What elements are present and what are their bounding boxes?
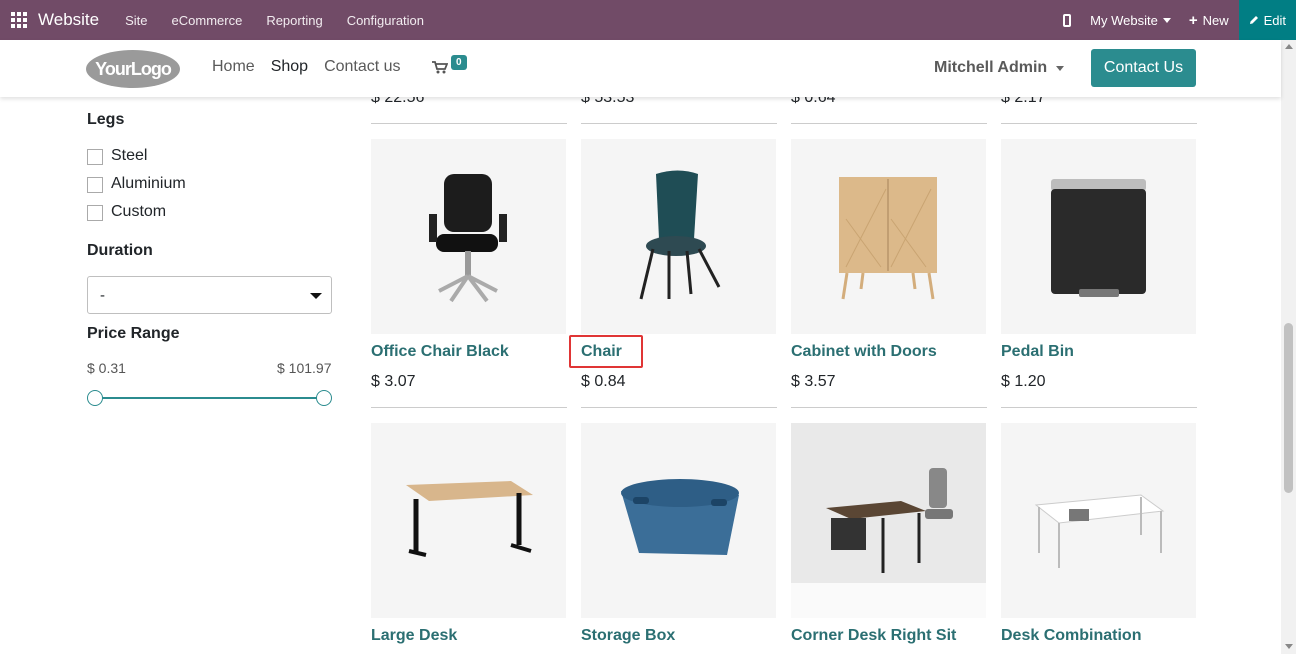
nav-contact-us[interactable]: Contact us — [324, 58, 400, 76]
price-max-label: $ 101.97 — [277, 360, 332, 376]
chevron-down-icon — [1162, 17, 1171, 23]
duration-select[interactable]: - — [87, 276, 332, 314]
custom-label[interactable]: Custom — [111, 203, 166, 221]
my-website-label: My Website — [1090, 12, 1158, 28]
desk-combination-image[interactable] — [1001, 423, 1196, 618]
storage-box-image[interactable] — [581, 423, 776, 618]
product-name[interactable]: Office Chair Black — [371, 343, 509, 361]
product-price: $ 3.57 — [791, 373, 836, 390]
main-nav: Home Shop Contact us — [212, 58, 417, 76]
contact-us-button[interactable]: Contact Us — [1091, 49, 1196, 87]
cart-link[interactable]: 0 — [432, 55, 472, 79]
aluminium-checkbox[interactable] — [87, 177, 103, 193]
product-name[interactable]: Corner Desk Right Sit — [791, 627, 956, 645]
price-range-track[interactable] — [95, 397, 324, 399]
my-website-dropdown[interactable]: My Website — [1090, 13, 1171, 28]
product-name[interactable]: Pedal Bin — [1001, 343, 1074, 361]
product-name[interactable]: Cabinet with Doors — [791, 343, 937, 361]
divider — [581, 407, 777, 408]
product-price: $ 0.84 — [581, 373, 626, 390]
menu-reporting[interactable]: Reporting — [266, 13, 322, 28]
user-name: Mitchell Admin — [934, 59, 1048, 76]
divider — [581, 123, 777, 124]
edit-button[interactable]: Edit — [1238, 0, 1296, 40]
divider — [791, 123, 987, 124]
price-range-title: Price Range — [87, 325, 180, 342]
scroll-thumb[interactable] — [1284, 323, 1293, 493]
menu-configuration[interactable]: Configuration — [347, 13, 424, 28]
steel-checkbox[interactable] — [87, 149, 103, 165]
duration-filter-title: Duration — [87, 242, 153, 259]
price-min-label: $ 0.31 — [87, 360, 126, 376]
corner-desk-image[interactable] — [791, 423, 986, 618]
logo-text: YourLogo — [95, 58, 172, 79]
product-name[interactable]: Storage Box — [581, 627, 675, 645]
menu-ecommerce[interactable]: eCommerce — [172, 13, 243, 28]
chair-image[interactable] — [581, 139, 776, 334]
office-chair-image[interactable] — [371, 139, 566, 334]
odoo-top-bar: Website Site eCommerce Reporting Configu… — [0, 0, 1296, 40]
product-name[interactable]: Desk Combination — [1001, 627, 1141, 645]
divider — [371, 123, 567, 124]
duration-value: - — [100, 287, 105, 304]
pencil-icon — [1249, 16, 1258, 24]
edit-label: Edit — [1263, 12, 1286, 28]
app-brand[interactable]: Website — [38, 10, 99, 30]
cart-count-badge: 0 — [451, 55, 467, 70]
product-name[interactable]: Large Desk — [371, 627, 457, 645]
site-logo[interactable]: YourLogo — [86, 50, 180, 88]
price-min-handle[interactable] — [87, 390, 103, 406]
nav-shop[interactable]: Shop — [271, 58, 308, 76]
divider — [791, 407, 987, 408]
nav-home[interactable]: Home — [212, 58, 255, 76]
custom-checkbox[interactable] — [87, 205, 103, 221]
aluminium-label[interactable]: Aluminium — [111, 175, 186, 193]
scroll-down-icon[interactable] — [1285, 644, 1293, 649]
product-price: $ 3.07 — [371, 373, 416, 390]
new-button[interactable]: + New — [1189, 12, 1229, 29]
new-label: New — [1202, 12, 1229, 28]
legs-filter-title: Legs — [87, 111, 125, 128]
annotation-highlight-box — [569, 335, 643, 368]
shopping-cart-icon — [432, 61, 448, 74]
user-menu[interactable]: Mitchell Admin — [934, 59, 1065, 77]
chevron-down-icon — [1056, 65, 1065, 71]
divider — [1001, 407, 1197, 408]
plus-icon: + — [1188, 11, 1198, 29]
caret-down-icon — [310, 293, 322, 299]
website-header: YourLogo Home Shop Contact us 0 Mitchell… — [0, 40, 1281, 97]
page-scrollbar[interactable] — [1281, 40, 1296, 654]
divider — [371, 407, 567, 408]
divider — [1001, 123, 1197, 124]
scroll-up-icon[interactable] — [1285, 44, 1293, 49]
pedal-bin-image[interactable] — [1001, 139, 1196, 334]
steel-label[interactable]: Steel — [111, 147, 147, 165]
menu-site[interactable]: Site — [125, 13, 147, 28]
cabinet-image[interactable] — [791, 139, 986, 334]
product-price: $ 1.20 — [1001, 373, 1046, 390]
price-max-handle[interactable] — [316, 390, 332, 406]
mobile-preview-icon[interactable] — [1063, 13, 1072, 27]
apps-grid-icon[interactable] — [11, 12, 27, 28]
large-desk-image[interactable] — [371, 423, 566, 618]
